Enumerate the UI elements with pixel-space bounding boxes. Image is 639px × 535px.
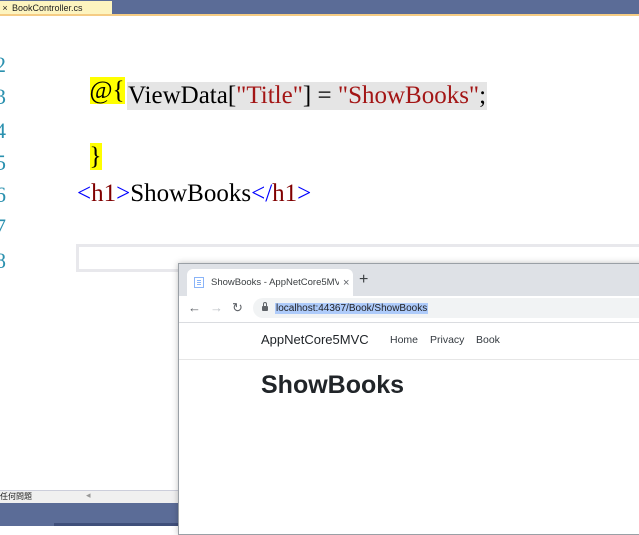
- razor-block-open: @{: [90, 77, 125, 104]
- new-tab-button[interactable]: +: [359, 271, 368, 289]
- title-value-string: "ShowBooks": [338, 82, 479, 109]
- browser-toolbar: ← → ↻ localhost:44367/Book/ShowBooks: [179, 296, 639, 323]
- browser-tab-showbooks[interactable]: ShowBooks - AppNetCore5MVC ×: [187, 269, 353, 296]
- browser-tab-title: ShowBooks - AppNetCore5MVC: [211, 277, 339, 288]
- site-brand-link[interactable]: AppNetCore5MVC: [261, 332, 369, 347]
- code-line-razor-open[interactable]: @{: [77, 49, 125, 105]
- viewdata-prefix: ViewData[: [128, 82, 236, 109]
- line-number: 2: [0, 52, 6, 78]
- editor-tab-label: BookController.cs: [10, 3, 83, 13]
- lock-icon[interactable]: [262, 306, 268, 311]
- line-number: 8: [0, 248, 6, 274]
- line-number: 7: [0, 214, 6, 240]
- h1-open-name: h1: [91, 180, 116, 207]
- line-number: 6: [0, 182, 6, 208]
- close-icon[interactable]: ×: [0, 3, 10, 13]
- close-tab-icon[interactable]: ×: [343, 277, 349, 289]
- h1-open-gt: >: [116, 180, 130, 207]
- url-text[interactable]: localhost:44367/Book/ShowBooks: [275, 303, 428, 314]
- code-line-h1[interactable]: <h1>ShowBooks</h1>: [77, 180, 311, 208]
- page-favicon-icon: [194, 277, 204, 288]
- browser-tab-bar: ShowBooks - AppNetCore5MVC × +: [179, 264, 639, 296]
- line-number: 4: [0, 118, 6, 144]
- editor-tab-accent-bar: [0, 14, 639, 16]
- nav-link-book[interactable]: Book: [476, 334, 500, 346]
- editor-tab-strip: × BookController.cs: [0, 0, 639, 14]
- title-key-string: "Title": [236, 82, 303, 109]
- reload-icon[interactable]: ↻: [232, 300, 243, 316]
- h1-close-lt: </: [251, 180, 272, 207]
- site-navbar: AppNetCore5MVC Home Privacy Book: [179, 323, 639, 360]
- razor-block-close: }: [90, 143, 102, 170]
- code-line-razor-close[interactable]: }: [77, 115, 102, 171]
- h1-open-lt: <: [77, 180, 91, 207]
- status-bar: [0, 503, 180, 526]
- scroll-left-icon[interactable]: ◂: [86, 490, 91, 501]
- line-number: 3: [0, 84, 6, 110]
- h1-close-name: h1: [272, 180, 297, 207]
- viewdata-semicolon: ;: [479, 82, 486, 109]
- h1-text: ShowBooks: [130, 180, 251, 207]
- line-number-gutter: 2 3 4 5 6 7 8: [0, 16, 12, 490]
- viewdata-assign: ] =: [303, 82, 338, 109]
- error-list-label: 任何問題: [0, 491, 32, 502]
- address-bar[interactable]: localhost:44367/Book/ShowBooks: [253, 298, 639, 318]
- nav-link-home[interactable]: Home: [390, 334, 418, 346]
- editor-tab-bookcontroller[interactable]: × BookController.cs: [0, 1, 112, 14]
- back-arrow-icon[interactable]: ←: [188, 300, 201, 315]
- page-heading: ShowBooks: [261, 371, 404, 400]
- code-line-viewdata[interactable]: ViewData["Title"] = "ShowBooks";: [127, 82, 487, 110]
- nav-link-privacy[interactable]: Privacy: [430, 334, 464, 346]
- forward-arrow-icon[interactable]: →: [210, 300, 223, 315]
- browser-window: ShowBooks - AppNetCore5MVC × + ← → ↻ loc…: [178, 263, 639, 535]
- line-number: 5: [0, 150, 6, 176]
- h1-close-gt: >: [297, 180, 311, 207]
